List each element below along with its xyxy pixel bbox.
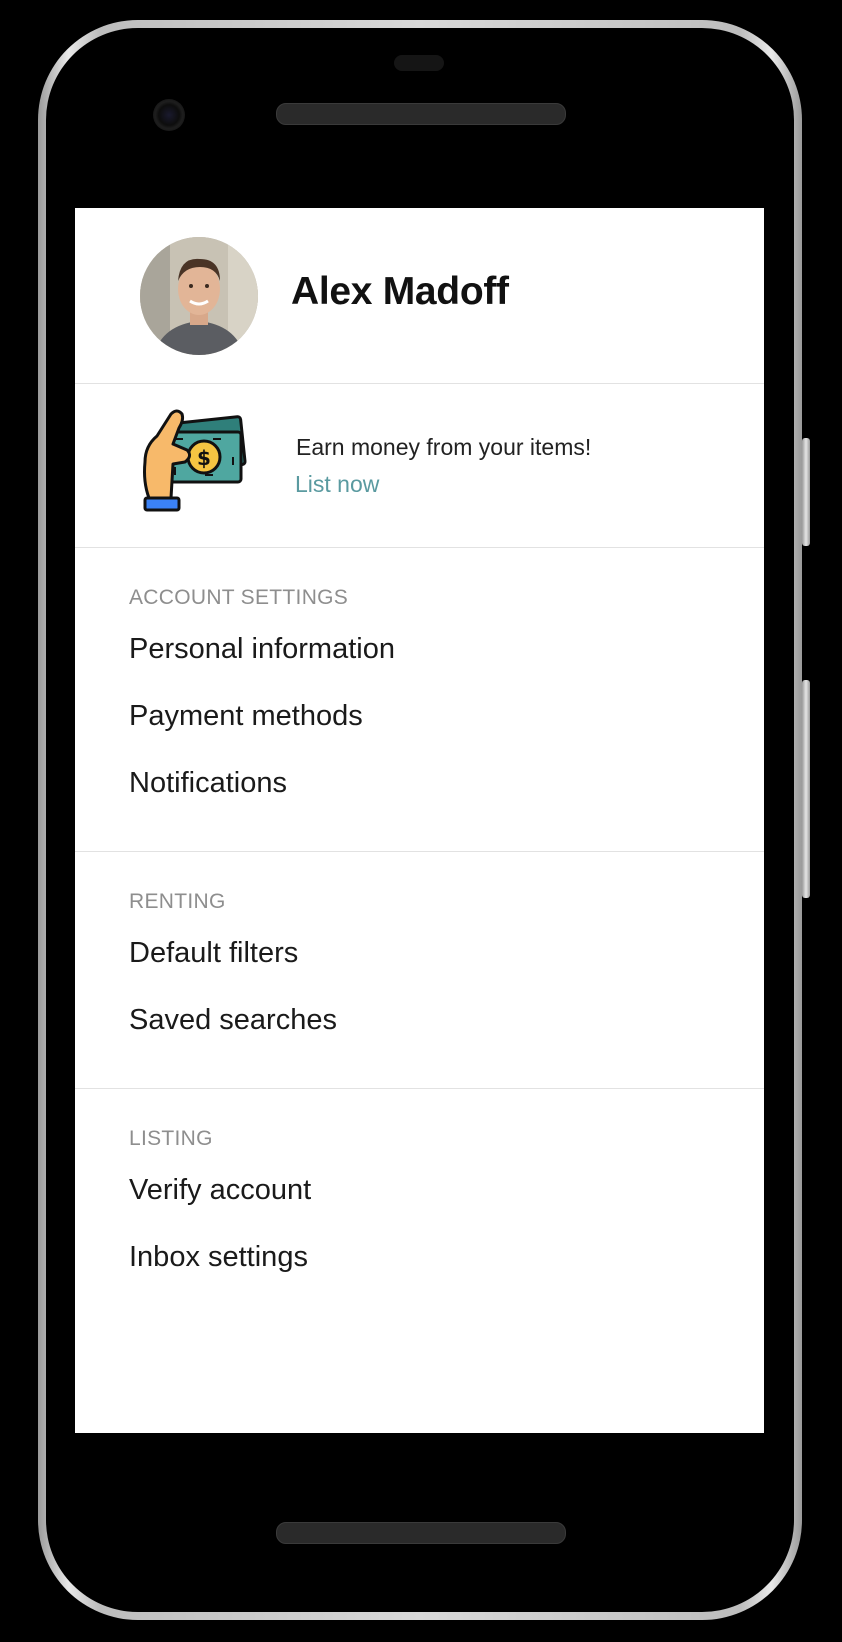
bottom-speaker	[276, 1522, 566, 1544]
section-renting: RENTING Default filters Saved searches	[75, 852, 764, 1089]
section-title: RENTING	[129, 890, 226, 913]
section-account-settings: ACCOUNT SETTINGS Personal information Pa…	[75, 548, 764, 852]
power-button	[802, 438, 810, 546]
menu-item-payment-methods[interactable]: Payment methods	[129, 693, 764, 760]
list-now-link[interactable]: List now	[295, 471, 379, 498]
menu-item-verify-account[interactable]: Verify account	[129, 1167, 764, 1234]
menu-item-notifications[interactable]: Notifications	[129, 760, 764, 827]
menu-item-personal-information[interactable]: Personal information	[129, 626, 764, 693]
menu-item-default-filters[interactable]: Default filters	[129, 930, 764, 997]
hand-holding-cash-icon: $	[137, 406, 249, 518]
menu-item-inbox-settings[interactable]: Inbox settings	[129, 1234, 764, 1301]
app-screen: Alex Madoff $ Earn money from your items…	[75, 208, 764, 1433]
top-speaker	[276, 103, 566, 125]
svg-text:$: $	[197, 446, 211, 470]
front-camera	[153, 99, 185, 131]
promo-text: Earn money from your items!	[296, 434, 592, 460]
section-listing: LISTING Verify account Inbox settings	[75, 1089, 764, 1325]
profile-name: Alex Madoff	[291, 270, 509, 313]
menu-item-saved-searches[interactable]: Saved searches	[129, 997, 764, 1064]
section-title: LISTING	[129, 1127, 213, 1150]
earn-money-promo[interactable]: $ Earn money from your items! List now	[75, 384, 764, 548]
avatar[interactable]	[140, 237, 258, 355]
earpiece-sensor	[394, 55, 444, 71]
profile-header[interactable]: Alex Madoff	[75, 208, 764, 384]
avatar-image	[140, 237, 258, 355]
section-title: ACCOUNT SETTINGS	[129, 586, 349, 609]
volume-button	[802, 680, 810, 898]
